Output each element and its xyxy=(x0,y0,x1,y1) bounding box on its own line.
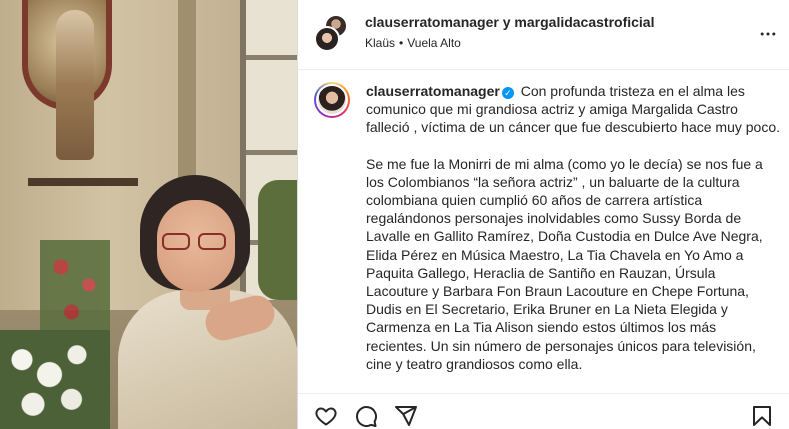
photo-statue xyxy=(56,10,94,160)
audio-title[interactable]: Vuela Alto xyxy=(407,36,461,50)
save-button[interactable] xyxy=(750,404,774,428)
comment-icon xyxy=(356,406,377,428)
post-photo[interactable] xyxy=(0,0,297,429)
photo-person-glasses xyxy=(162,233,232,251)
share-icon xyxy=(395,406,417,426)
photo-plant xyxy=(258,180,297,300)
more-options-button[interactable] xyxy=(758,24,778,44)
verified-badge-icon: ✓ xyxy=(501,87,514,99)
window-bar xyxy=(246,150,297,155)
window-bar xyxy=(246,55,297,60)
caption-username[interactable]: clauserratomanager xyxy=(366,83,500,99)
share-button[interactable] xyxy=(394,404,418,428)
photo-white-flowers xyxy=(0,330,110,429)
more-horizontal-icon xyxy=(760,32,776,36)
post-authors: clauserratomanager y margalidacastrofici… xyxy=(365,14,654,30)
author-link-primary[interactable]: clauserratomanager xyxy=(365,14,499,30)
post-header: clauserratomanager y margalidacastrofici… xyxy=(298,0,789,70)
author-link-secondary[interactable]: margalidacastroficial xyxy=(514,14,654,30)
audio-artist[interactable]: Klaüs xyxy=(365,36,395,50)
post-side-panel: clauserratomanager y margalidacastrofici… xyxy=(297,0,789,429)
comment-button[interactable] xyxy=(354,404,378,428)
caption-text: clauserratomanager ✓ Con profunda tristez… xyxy=(366,82,780,373)
caption-body-2: Se me fue la Monirri de mi alma (como yo… xyxy=(366,155,763,372)
audio-attribution[interactable]: Klaüs • Vuela Alto xyxy=(365,36,461,50)
authors-joiner: y xyxy=(502,14,511,30)
collab-avatars[interactable] xyxy=(314,14,352,52)
caption-avatar[interactable] xyxy=(314,82,350,118)
action-bar xyxy=(298,393,789,429)
audio-separator: • xyxy=(399,36,404,50)
photo-red-flowers xyxy=(40,240,110,330)
like-button[interactable] xyxy=(314,404,338,428)
bookmark-icon xyxy=(753,406,771,426)
caption-paragraph: clauserratomanager ✓ Con profunda tristez… xyxy=(366,82,780,137)
avatar[interactable] xyxy=(314,26,340,52)
heart-icon xyxy=(315,407,337,426)
photo-shelf xyxy=(28,178,138,186)
